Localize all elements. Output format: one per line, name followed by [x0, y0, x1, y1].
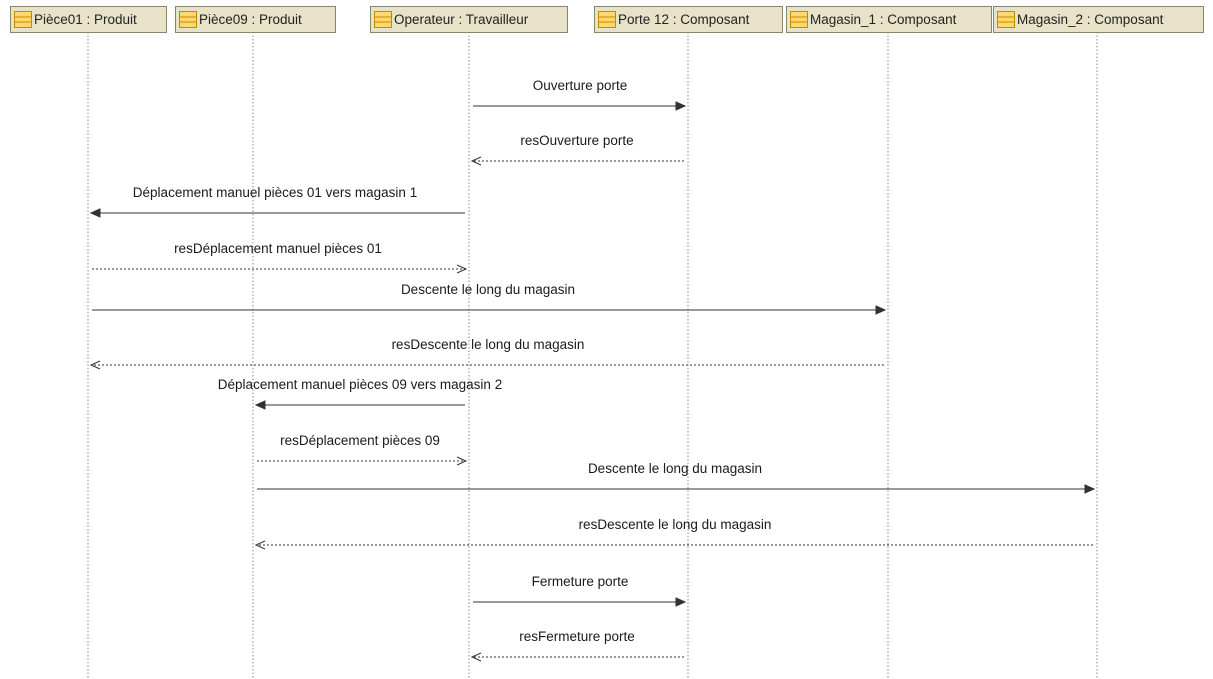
- class-icon: [790, 11, 808, 28]
- reply-message-12[interactable]: resFermeture porte: [470, 629, 684, 662]
- message-label: Déplacement manuel pièces 01 vers magasi…: [133, 185, 417, 200]
- filled-arrowhead: [89, 208, 101, 218]
- message-label: Descente le long du magasin: [588, 461, 762, 476]
- class-icon: [374, 11, 392, 28]
- lifeline-header-p09[interactable]: Pièce09 : Produit: [175, 6, 336, 33]
- filled-arrowhead: [875, 305, 887, 315]
- filled-arrowhead: [675, 101, 687, 111]
- message-label: resDéplacement pièces 09: [280, 433, 440, 448]
- message-label: resFermeture porte: [519, 629, 635, 644]
- message-9[interactable]: Descente le long du magasin: [257, 461, 1096, 494]
- lifeline-header-mag2[interactable]: Magasin_2 : Composant: [993, 6, 1204, 33]
- reply-message-2[interactable]: resOuverture porte: [470, 133, 684, 166]
- filled-arrowhead: [675, 597, 687, 607]
- sequence-diagram: Ouverture porte resOuverture porte Déplace…: [10, 6, 1204, 679]
- class-icon: [179, 11, 197, 28]
- reply-message-6[interactable]: resDescente le long du magasin: [89, 337, 884, 370]
- message-3[interactable]: Déplacement manuel pièces 01 vers magasi…: [89, 185, 465, 218]
- lifeline-label: Pièce09 : Produit: [199, 12, 302, 27]
- message-label: Descente le long du magasin: [401, 282, 575, 297]
- reply-message-8[interactable]: resDéplacement pièces 09: [257, 433, 468, 466]
- message-label: Fermeture porte: [532, 574, 629, 589]
- lifeline-headers: Pièce01 : Produit Pièce09 : Produit Operat…: [10, 6, 1204, 33]
- filled-arrowhead: [254, 400, 266, 410]
- filled-arrowhead: [1084, 484, 1096, 494]
- reply-message-4[interactable]: resDéplacement manuel pièces 01: [92, 241, 468, 274]
- lifeline-header-p01[interactable]: Pièce01 : Produit: [10, 6, 167, 33]
- messages: Ouverture porte resOuverture porte Déplace…: [89, 78, 1096, 662]
- lifeline-header-mag1[interactable]: Magasin_1 : Composant: [786, 6, 992, 33]
- lifeline-label: Porte 12 : Composant: [618, 12, 750, 27]
- message-label: resDescente le long du magasin: [392, 337, 585, 352]
- lifeline-label: Pièce01 : Produit: [34, 12, 137, 27]
- message-label: resDéplacement manuel pièces 01: [174, 241, 382, 256]
- message-label: resOuverture porte: [520, 133, 633, 148]
- lifeline-label: Magasin_1 : Composant: [810, 12, 957, 27]
- message-5[interactable]: Descente le long du magasin: [92, 282, 887, 315]
- class-icon: [14, 11, 32, 28]
- reply-message-10[interactable]: resDescente le long du magasin: [254, 517, 1093, 550]
- message-1[interactable]: Ouverture porte: [473, 78, 687, 111]
- lifeline-header-op[interactable]: Operateur : Travailleur: [370, 6, 568, 33]
- lifeline-header-porte[interactable]: Porte 12 : Composant: [594, 6, 783, 33]
- lifeline-label: Magasin_2 : Composant: [1017, 12, 1164, 27]
- lifeline-label: Operateur : Travailleur: [394, 12, 529, 27]
- message-11[interactable]: Fermeture porte: [473, 574, 687, 607]
- message-label: resDescente le long du magasin: [579, 517, 772, 532]
- message-7[interactable]: Déplacement manuel pièces 09 vers magasi…: [218, 377, 502, 410]
- class-icon: [997, 11, 1015, 28]
- message-label: Déplacement manuel pièces 09 vers magasi…: [218, 377, 502, 392]
- message-label: Ouverture porte: [533, 78, 628, 93]
- class-icon: [598, 11, 616, 28]
